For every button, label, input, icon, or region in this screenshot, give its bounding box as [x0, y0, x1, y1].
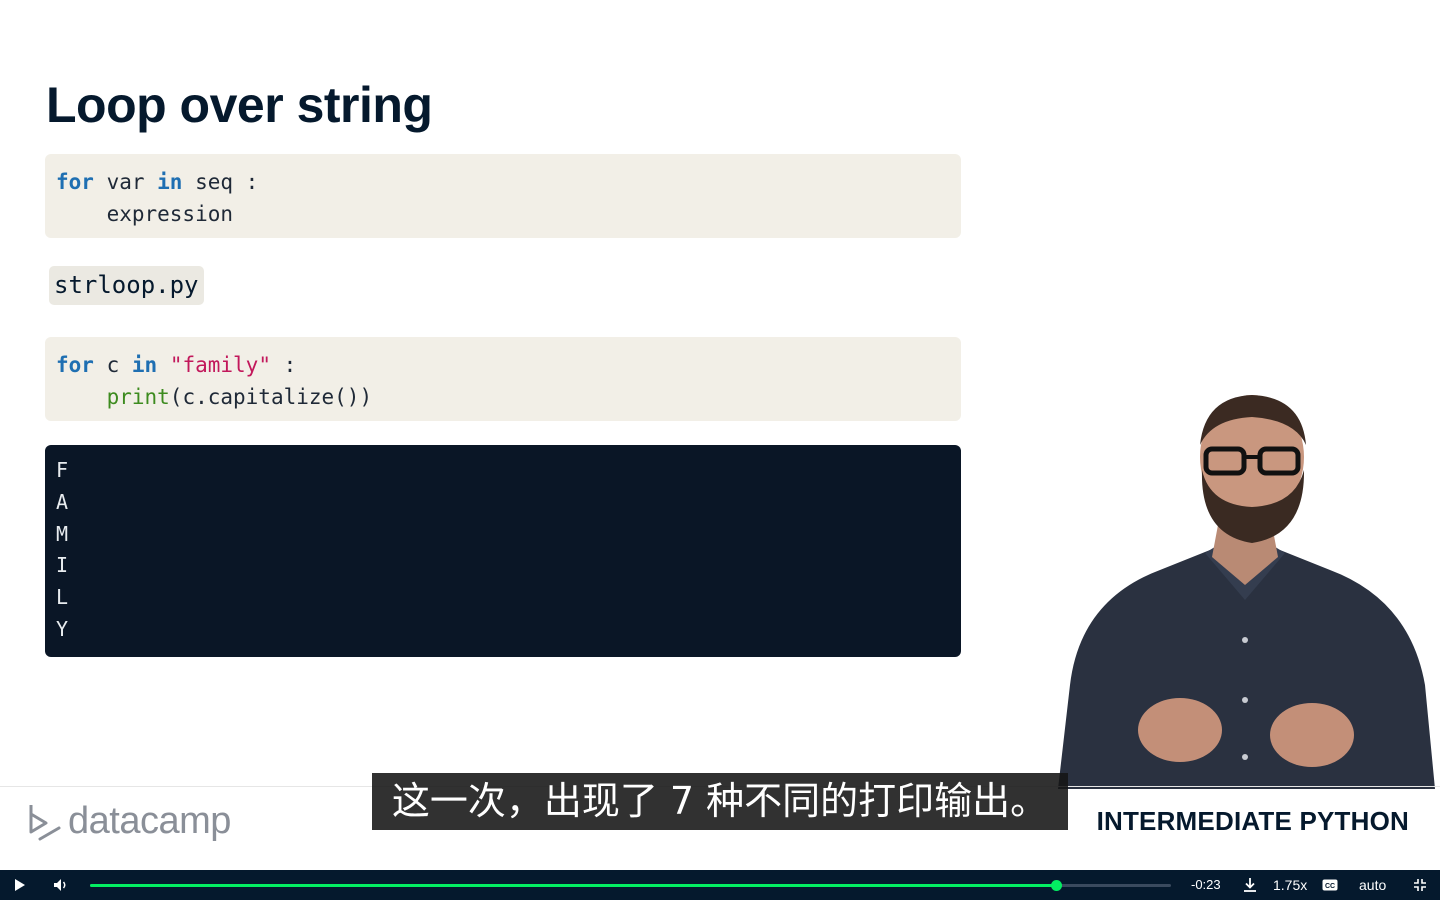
progress-fill — [90, 884, 1057, 887]
download-button[interactable] — [1238, 870, 1262, 900]
code-text: c — [93, 353, 132, 377]
logo-wordmark: datacamp — [68, 800, 231, 842]
keyword: in — [157, 170, 183, 194]
console-output: F A M I L Y — [45, 445, 961, 657]
keyword: for — [56, 170, 94, 194]
code-text: seq : — [182, 170, 259, 194]
output-line: I — [56, 553, 69, 578]
keyword: in — [131, 353, 158, 377]
syntax-code-block: for var in seq : expression — [45, 154, 961, 238]
code-text: : — [270, 353, 297, 377]
output-line: F — [56, 458, 69, 482]
playback-speed[interactable]: 1.75x — [1273, 870, 1307, 900]
datacamp-logo-icon — [29, 804, 61, 840]
progress-track[interactable] — [90, 880, 1171, 891]
download-icon — [1244, 878, 1256, 892]
builtin-function: print — [106, 385, 170, 409]
output-line: A — [56, 489, 69, 514]
quality-selector[interactable]: auto — [1359, 870, 1386, 900]
course-name: INTERMEDIATE PYTHON — [1096, 806, 1409, 836]
example-code-block: for c in "family" : print(c.capitalize()… — [45, 337, 961, 421]
keyword: for — [56, 353, 94, 377]
code-line: for c in "family" : — [56, 349, 950, 381]
output-line: M — [56, 521, 69, 546]
presenter-video — [1040, 385, 1440, 789]
video-player-controls: -0:23 1.75x CC auto — [0, 870, 1440, 900]
play-button[interactable] — [6, 870, 32, 900]
subtitle-caption: 这一次，出现了 7 种不同的打印输出。 — [372, 773, 1068, 830]
time-remaining: -0:23 — [1191, 877, 1221, 892]
datacamp-logo: datacamp — [28, 800, 231, 843]
code-text: var — [93, 170, 158, 194]
output-line: L — [56, 585, 69, 610]
svg-text:CC: CC — [1325, 883, 1335, 890]
play-icon — [15, 879, 25, 891]
exit-fullscreen-button[interactable] — [1410, 870, 1430, 900]
code-line: expression — [56, 198, 950, 230]
code-line: print(c.capitalize()) — [56, 381, 950, 413]
volume-button[interactable] — [48, 870, 74, 900]
progress-handle[interactable] — [1051, 880, 1063, 891]
output-line: Y — [56, 616, 69, 641]
code-text: (c.capitalize()) — [169, 385, 373, 409]
exit-fullscreen-icon — [1414, 879, 1426, 891]
captions-icon: CC — [1322, 879, 1338, 891]
file-name-tag: strloop.py — [49, 266, 204, 305]
string-literal: "family" — [169, 353, 271, 377]
captions-button[interactable]: CC — [1320, 870, 1340, 900]
volume-icon — [54, 879, 66, 891]
presenter-figure — [1058, 395, 1435, 789]
code-text: expression — [106, 202, 234, 226]
slide-title: Loop over string — [46, 77, 433, 133]
code-line: for var in seq : — [56, 166, 950, 198]
